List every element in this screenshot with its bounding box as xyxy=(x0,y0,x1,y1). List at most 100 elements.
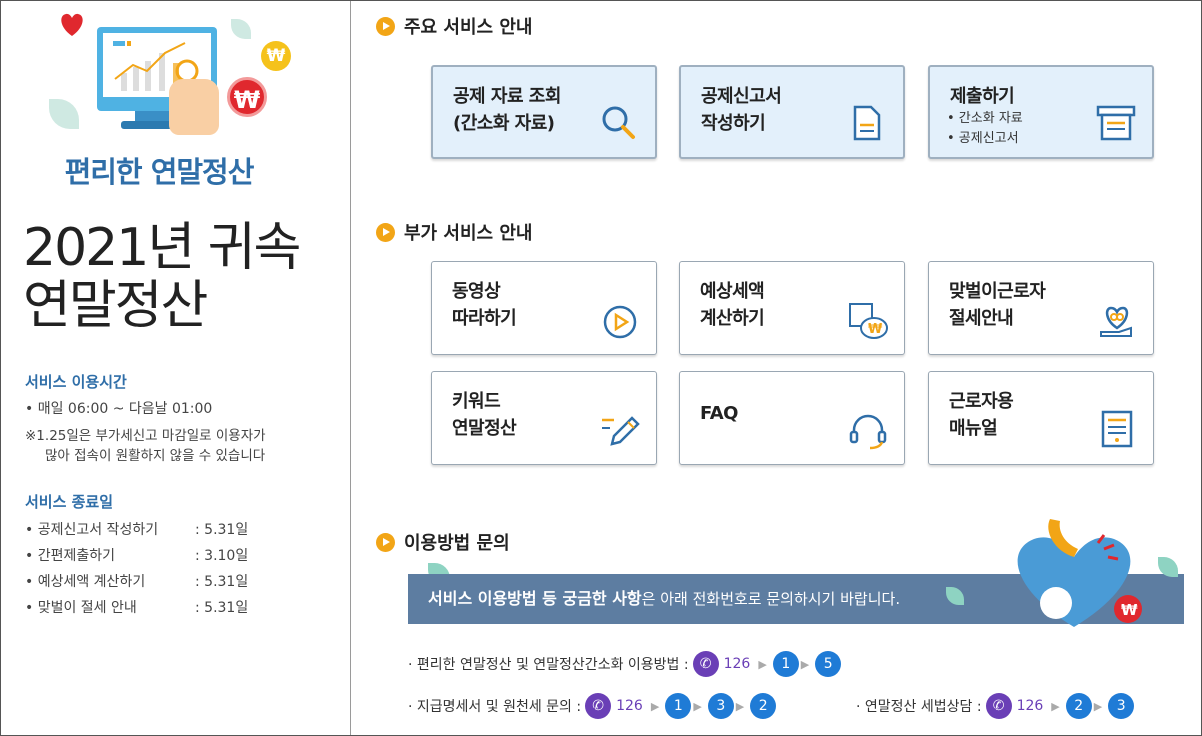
hours-note: ※1.25일은 부가세신고 마감일로 이용자가 xyxy=(25,428,266,444)
end-date-value: : 5.31일 xyxy=(195,574,249,590)
document-icon xyxy=(853,105,881,141)
inquiry-heading: 이용방법 문의 xyxy=(376,529,510,555)
won-coin-icon: ₩ xyxy=(227,77,267,117)
card-sub-item: • 간소화 자료 xyxy=(947,111,1023,126)
heart-icon xyxy=(61,13,83,36)
card-title: 제출하기 xyxy=(950,86,1015,107)
end-date-label: • 예상세액 계산하기 xyxy=(25,574,146,590)
card-title: 공제 자료 조회 (간소화 자료) xyxy=(453,86,561,134)
phone-number: 126 xyxy=(616,698,643,714)
arrow-icon: ▶ xyxy=(693,699,702,713)
bullet-play-icon xyxy=(376,532,395,552)
end-date-item: • 예상세액 계산하기 : 5.31일 xyxy=(25,571,248,591)
main-services-heading: 주요 서비스 안내 xyxy=(376,13,532,39)
hero-illustration: ₩ ₩ xyxy=(45,7,305,142)
pencil-icon xyxy=(602,416,640,446)
step-number: 2 xyxy=(1065,693,1092,719)
play-icon xyxy=(603,305,637,339)
card-tax-estimate[interactable]: 예상세액 계산하기 ₩ xyxy=(679,261,905,355)
card-title: 예상세액 계산하기 xyxy=(700,281,765,329)
right-panel: 주요 서비스 안내 공제 자료 조회 (간소화 자료) 공제신고서 작성하기 제… xyxy=(352,1,1200,735)
section-title-text: 주요 서비스 안내 xyxy=(404,17,533,38)
end-date-heading: 서비스 종료일 xyxy=(25,493,114,511)
card-title: 맞벌이근로자 절세안내 xyxy=(949,281,1046,329)
card-sub-list: • 간소화 자료 • 공제신고서 xyxy=(947,109,1023,149)
svg-text:₩: ₩ xyxy=(868,322,883,337)
step-number: 2 xyxy=(750,693,777,719)
bullet-play-icon xyxy=(376,222,395,242)
end-date-item: • 맞벌이 절세 안내 : 5.31일 xyxy=(25,597,248,617)
card-title: FAQ xyxy=(700,403,738,424)
end-date-label: • 간편제출하기 xyxy=(25,548,115,564)
arrow-icon: ▶ xyxy=(800,657,810,671)
bullet-play-icon xyxy=(376,16,395,36)
arrow-icon: ▶ xyxy=(650,699,660,713)
card-faq[interactable]: FAQ xyxy=(679,371,905,465)
card-write-form[interactable]: 공제신고서 작성하기 xyxy=(679,65,905,159)
heart-hand-icon xyxy=(1100,306,1132,337)
end-date-value: : 5.31일 xyxy=(195,600,249,616)
hours-note-2: 많아 접속이 원활하지 않을 수 있습니다 xyxy=(45,448,266,464)
phone-icon: ✆ xyxy=(692,651,719,677)
search-icon xyxy=(602,106,635,139)
card-keyword[interactable]: 키워드 연말정산 xyxy=(431,371,657,465)
phone-icon: ✆ xyxy=(985,693,1012,719)
card-title: 키워드 연말정산 xyxy=(452,391,517,439)
end-date-item: • 공제신고서 작성하기 : 5.31일 xyxy=(25,519,248,539)
card-sub-item: • 공제신고서 xyxy=(947,131,1019,146)
step-number: 3 xyxy=(1108,693,1135,719)
card-submit[interactable]: 제출하기 • 간소화 자료 • 공제신고서 xyxy=(928,65,1154,159)
hand-pointer-icon xyxy=(169,79,219,135)
page-title: 2021년 귀속 연말정산 xyxy=(23,218,301,336)
card-title: 동영상 따라하기 xyxy=(452,281,517,329)
end-date-label: • 공제신고서 작성하기 xyxy=(25,522,159,538)
card-dual-income[interactable]: 맞벌이근로자 절세안내 xyxy=(928,261,1154,355)
card-title: 공제신고서 작성하기 xyxy=(701,86,782,134)
inquiry-label: · 편리한 연말정산 및 연말정산간소화 이용방법 : xyxy=(408,657,689,673)
inquiry-label: · 연말정산 세법상담 : xyxy=(856,699,982,715)
step-number: 5 xyxy=(815,651,842,677)
submit-tray-icon xyxy=(1096,105,1136,141)
arrow-icon: ▶ xyxy=(735,699,745,713)
leaf-decoration xyxy=(231,19,251,39)
end-date-value: : 3.10일 xyxy=(195,548,249,564)
section-title-text: 이용방법 문의 xyxy=(404,533,510,554)
card-deduction-lookup[interactable]: 공제 자료 조회 (간소화 자료) xyxy=(431,65,657,159)
manual-icon xyxy=(1101,410,1133,448)
hours-text: • 매일 06:00 ~ 다음날 01:00 xyxy=(25,401,213,417)
end-date-label: • 맞벌이 절세 안내 xyxy=(25,600,137,616)
page-title-line2: 연말정산 xyxy=(23,276,208,336)
leaf-decoration xyxy=(49,99,79,129)
section-title-text: 부가 서비스 안내 xyxy=(404,223,533,244)
banner-text: 은 아래 전화번호로 문의하시기 바랍니다. xyxy=(641,590,901,608)
phone-number: 126 xyxy=(723,656,751,672)
end-date-item: • 간편제출하기 : 3.10일 xyxy=(25,545,248,565)
arrow-icon: ▶ xyxy=(1093,699,1103,713)
phone-heart-illustration: ₩ xyxy=(1017,519,1142,627)
arrow-icon: ▶ xyxy=(758,657,767,671)
end-date-value: : 5.31일 xyxy=(195,522,249,538)
card-video-guide[interactable]: 동영상 따라하기 xyxy=(431,261,657,355)
won-coin-icon: ₩ xyxy=(261,41,291,71)
inquiry-line-usage: · 편리한 연말정산 및 연말정산간소화 이용방법 : ✆ 126 ▶ 1 ▶ 5 xyxy=(408,651,842,677)
step-number: 3 xyxy=(707,693,734,719)
svg-text:₩: ₩ xyxy=(1121,601,1138,619)
inquiry-line-withholding: · 지급명세서 및 원천세 문의 : ✆ 126 ▶ 1 ▶ 3 ▶ 2 xyxy=(408,693,777,719)
headset-icon xyxy=(849,414,887,450)
hours-heading: 서비스 이용시간 xyxy=(25,373,127,391)
inquiry-line-tax-law: · 연말정산 세법상담 : ✆ 126 ▶ 2 ▶ 3 xyxy=(856,693,1135,719)
step-number: 1 xyxy=(772,651,799,677)
card-title: 근로자용 매뉴얼 xyxy=(949,391,1014,439)
banner-bold-text: 서비스 이용방법 등 궁금한 사항 xyxy=(428,589,642,608)
phone-icon: ✆ xyxy=(585,693,612,719)
step-number: 1 xyxy=(665,693,692,719)
service-subtitle: 편리한 연말정산 xyxy=(64,155,255,189)
arrow-icon: ▶ xyxy=(1051,699,1060,713)
extra-services-heading: 부가 서비스 안내 xyxy=(376,219,532,245)
left-panel: ₩ ₩ 편리한 연말정산 2021년 귀속 연말정산 서비스 이용시간 • 매일… xyxy=(1,1,351,735)
card-manual[interactable]: 근로자용 매뉴얼 xyxy=(928,371,1154,465)
calculator-money-icon: ₩ xyxy=(849,303,888,339)
inquiry-label: · 지급명세서 및 원천세 문의 : xyxy=(408,699,582,715)
phone-number: 126 xyxy=(1016,698,1044,714)
page-title-line1: 2021년 귀속 xyxy=(23,218,301,278)
